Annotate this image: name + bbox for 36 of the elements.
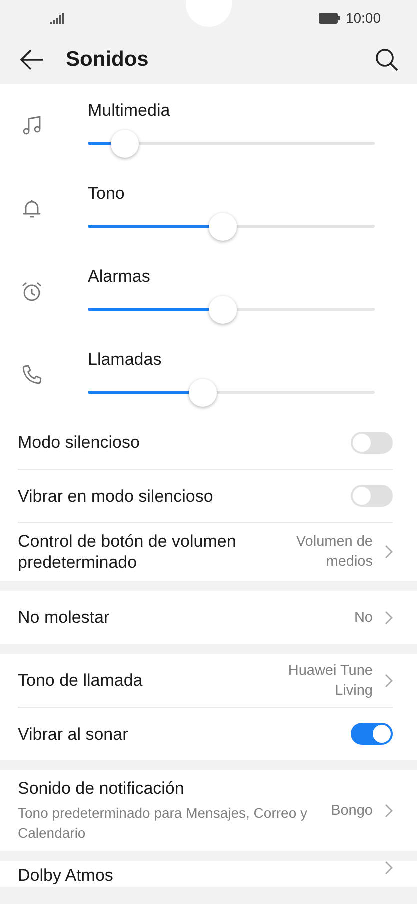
volume-label: Alarmas bbox=[88, 267, 150, 287]
setting-label[interactable]: Sonido de notificación bbox=[18, 778, 320, 799]
setting-value: Huawei Tune Living bbox=[287, 662, 373, 700]
toggle-switch[interactable] bbox=[351, 432, 393, 454]
chevron-icon bbox=[385, 674, 393, 688]
back-arrow-icon[interactable] bbox=[20, 49, 44, 71]
status-time: 10:00 bbox=[346, 10, 381, 26]
setting-value: No bbox=[354, 608, 373, 628]
toggle-switch[interactable] bbox=[351, 723, 393, 745]
chevron-icon bbox=[385, 545, 393, 559]
slider-thumb[interactable] bbox=[208, 213, 237, 241]
signal-icon bbox=[50, 12, 64, 24]
alarm-clock-icon bbox=[20, 280, 44, 304]
volume-label: Multimedia bbox=[88, 101, 170, 121]
setting-label[interactable]: No molestar bbox=[18, 607, 342, 628]
slider-thumb[interactable] bbox=[111, 130, 140, 158]
setting-label[interactable]: Control de botón de volumen predeterminado bbox=[18, 531, 251, 573]
chevron-icon bbox=[385, 610, 393, 624]
phone-icon bbox=[20, 362, 44, 386]
setting-value: Volumen de medios bbox=[295, 533, 373, 572]
setting-label[interactable]: Vibrar al sonar bbox=[18, 724, 339, 744]
setting-label[interactable]: Tono de llamada bbox=[18, 670, 251, 691]
setting-description: Tono predeterminado para Mensajes, Correo y Calendario bbox=[18, 804, 308, 843]
chevron-icon bbox=[385, 861, 393, 875]
setting-label[interactable]: Modo silencioso bbox=[18, 432, 339, 453]
slider-thumb[interactable] bbox=[188, 379, 217, 407]
volume-label: Llamadas bbox=[88, 350, 162, 370]
battery-icon bbox=[318, 12, 341, 24]
setting-value: Bongo bbox=[331, 802, 373, 820]
chevron-icon bbox=[385, 804, 393, 818]
setting-label[interactable]: Vibrar en modo silencioso bbox=[18, 486, 339, 506]
volume-label: Tono bbox=[88, 184, 125, 204]
slider-thumb[interactable] bbox=[208, 296, 237, 324]
search-icon[interactable] bbox=[375, 48, 399, 72]
screen-title: Sonidos bbox=[66, 48, 150, 72]
toggle-switch[interactable] bbox=[351, 485, 393, 507]
